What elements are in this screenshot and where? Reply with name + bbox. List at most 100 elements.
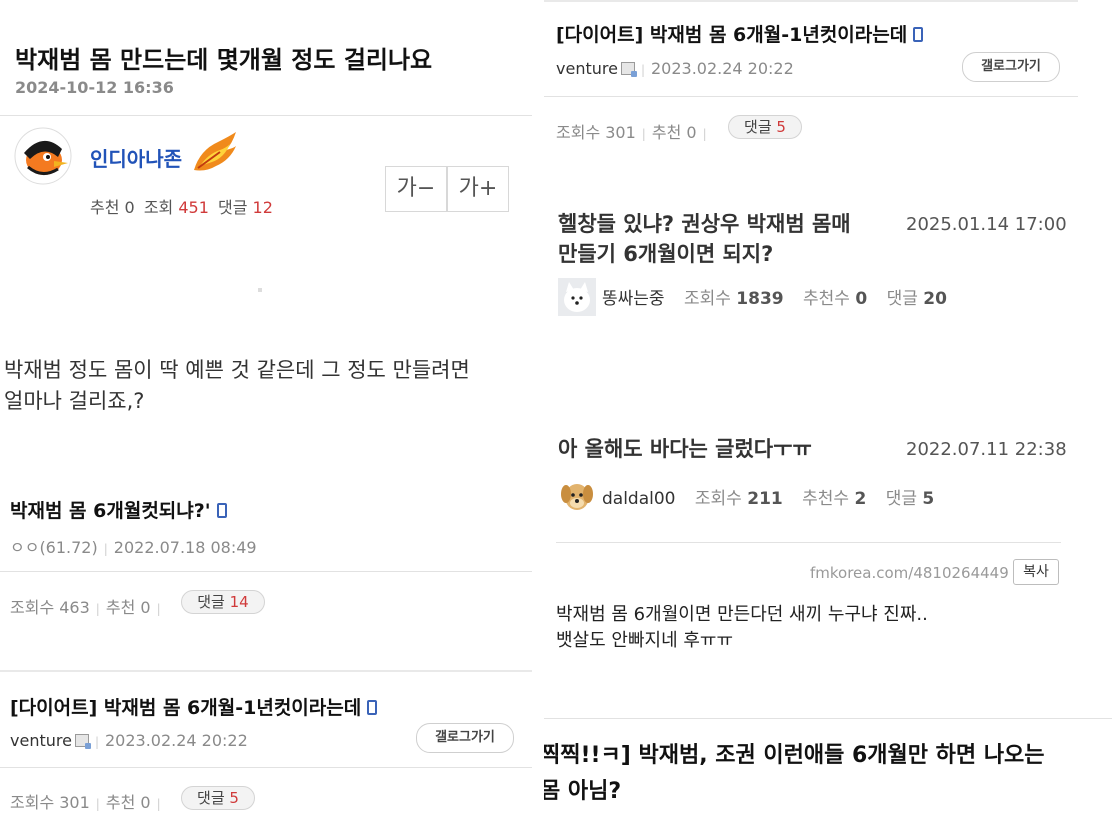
recommend: 추천 0 [651,123,697,142]
recommend: 추천 0 [105,598,151,617]
comment-count: 5 [229,789,239,807]
search-result-author[interactable]: 똥싸는중 [602,289,665,309]
search-result-meta: 똥싸는중 조회수 1839 추천수 0 댓글 20 [602,284,947,309]
avatar [558,278,596,316]
search-result-title-line[interactable]: 만들기 6개월이면 되지? [558,239,851,269]
recommend-label: 추천수 [802,489,850,509]
divider [0,115,532,116]
avatar [558,476,596,514]
related-post-title-text[interactable]: [다이어트] 박재범 몸 6개월-1년컷이라는데 [556,24,907,46]
search-result-body-line: 뱃살도 안빠지네 후ㅠㅠ [556,630,734,651]
font-increase-button[interactable]: 가+ [447,166,509,212]
related-post-meta: ㅇㅇ(61.72) | 2022.07.18 08:49 [10,538,257,557]
mobile-icon [216,503,227,518]
comment-label: 댓글 [885,489,917,509]
recommend-label: 추천수 [803,289,850,309]
post-body-line: 박재범 정도 몸이 딱 예쁜 것 같은데 그 정도 만들려면 [4,358,470,382]
related-post-stats: 조회수 301 | 추천 0 | [10,793,161,812]
views-label: 조회수 [683,289,731,309]
divider [0,571,532,572]
post-datetime: 2024-10-12 16:36 [15,78,174,97]
recommend-count: 추천 0 [90,198,135,217]
views: 조회수 301 [556,123,636,142]
memo-icon [620,62,637,77]
loading-dot [258,288,262,292]
related-post-title-text[interactable]: [다이어트] 박재범 몸 6개월-1년컷이라는데 [10,697,361,719]
related-post-datetime: 2023.02.24 20:22 [650,59,794,78]
divider [544,718,1112,719]
divider [544,96,1078,97]
recommend: 추천 0 [105,793,151,812]
left-panel: 박재범 몸 만드는데 몇개월 정도 걸리나요 2024-10-12 16:36 … [0,0,532,818]
divider [556,542,1061,543]
permalink-url[interactable]: fmkorea.com/4810264449 [810,564,1009,582]
team-logo-icon [14,127,72,185]
comment-value: 20 [923,289,947,309]
comment-label: 댓글 [218,198,248,217]
memo-icon [74,734,91,749]
comment-count: 12 [252,198,273,217]
font-decrease-button[interactable]: 가− [385,166,447,212]
view-count: 451 [178,198,209,217]
related-post-author[interactable]: venture [10,731,72,750]
rank-badge [190,130,240,176]
panel-gutter [532,0,544,818]
related-post-title[interactable]: [다이어트] 박재범 몸 6개월-1년컷이라는데 [10,693,378,720]
search-result-title[interactable]: 헬창들 있냐? 권상우 박재범 몸매 만들기 6개월이면 되지? [558,209,851,269]
gallog-button[interactable]: 갤로그가기 [962,52,1060,82]
search-result-author[interactable]: daldal00 [602,489,676,509]
related-post-title[interactable]: 박재범 몸 6개월컷되냐?' [10,496,227,523]
related-post-meta: venture | 2023.02.24 20:22 [556,59,794,78]
recommend-value: 2 [854,489,867,509]
search-result-datetime: 2022.07.11 22:38 [906,439,1067,460]
related-post-stats: 조회수 463 | 추천 0 | [10,598,161,617]
white-dog-icon [558,278,596,316]
views-label: 조회수 [694,489,742,509]
comment-pill[interactable]: 댓글 5 [728,115,802,139]
search-result-title-line[interactable]: 헬창들 있냐? 권상우 박재범 몸매 [558,209,851,239]
comment-count: 5 [776,118,786,136]
search-result-title-line[interactable]: 몸 아님? [544,774,1045,810]
search-result-body-line: 박재범 몸 6개월이면 만든다던 새끼 누구냐 진짜.. [556,604,928,625]
comment-value: 5 [922,489,935,509]
search-result-title[interactable]: 찍찍!!ㅋ] 박재범, 조권 이런애들 6개월만 하면 나오는 몸 아님? [544,738,1045,810]
views: 조회수 301 [10,793,90,812]
related-post-author[interactable]: ㅇㅇ(61.72) [10,538,98,557]
mobile-icon [367,700,378,715]
post-stats: 추천 0 조회 451 댓글 12 [90,194,273,218]
comment-pill[interactable]: 댓글 5 [181,786,255,810]
comment-pill[interactable]: 댓글 14 [181,590,265,614]
related-post-meta: venture | 2023.02.24 20:22 [10,731,248,750]
divider [0,767,532,768]
search-result-title[interactable]: 아 올해도 바다는 글렀다ㅜㅠ [558,433,812,463]
author-name[interactable]: 인디아나존 [90,143,182,172]
related-post-datetime: 2022.07.18 08:49 [113,538,257,557]
search-result-datetime: 2025.01.14 17:00 [906,214,1067,235]
copy-button[interactable]: 복사 [1013,559,1059,585]
comment-label: 댓글 [744,118,772,136]
views-value: 1839 [736,289,784,309]
recommend-value: 0 [855,289,868,309]
post-title: 박재범 몸 만드는데 몇개월 정도 걸리나요 [15,46,433,74]
divider [544,0,1078,2]
related-post-author[interactable]: venture [556,59,618,78]
avatar[interactable] [14,127,72,185]
comment-label: 댓글 [886,289,918,309]
flame-badge-icon [194,132,236,171]
puppy-icon [558,476,596,514]
related-post-datetime: 2023.02.24 20:22 [104,731,248,750]
right-panel: [다이어트] 박재범 몸 6개월-1년컷이라는데 venture | 2023.02… [544,0,1112,818]
post-body-line: 얼마나 걸리죠,? [4,389,145,413]
mobile-icon [913,27,924,42]
views: 조회수 463 [10,598,90,617]
related-post-title-text[interactable]: 박재범 몸 6개월컷되냐?' [10,500,211,522]
search-result-body: 박재범 몸 6개월이면 만든다던 새끼 누구냐 진짜.. 뱃살도 안빠지네 후ㅠ… [556,602,928,654]
search-result-meta: daldal00 조회수 211 추천수 2 댓글 5 [602,484,934,509]
comment-label: 댓글 [197,593,225,611]
comment-count: 14 [229,593,249,611]
related-post-title[interactable]: [다이어트] 박재범 몸 6개월-1년컷이라는데 [556,20,924,47]
search-result-title-line[interactable]: 찍찍!!ㅋ] 박재범, 조권 이런애들 6개월만 하면 나오는 [544,738,1045,774]
views-value: 211 [747,489,783,509]
view-label: 조회 [143,198,174,217]
gallog-button[interactable]: 갤로그가기 [416,723,514,753]
